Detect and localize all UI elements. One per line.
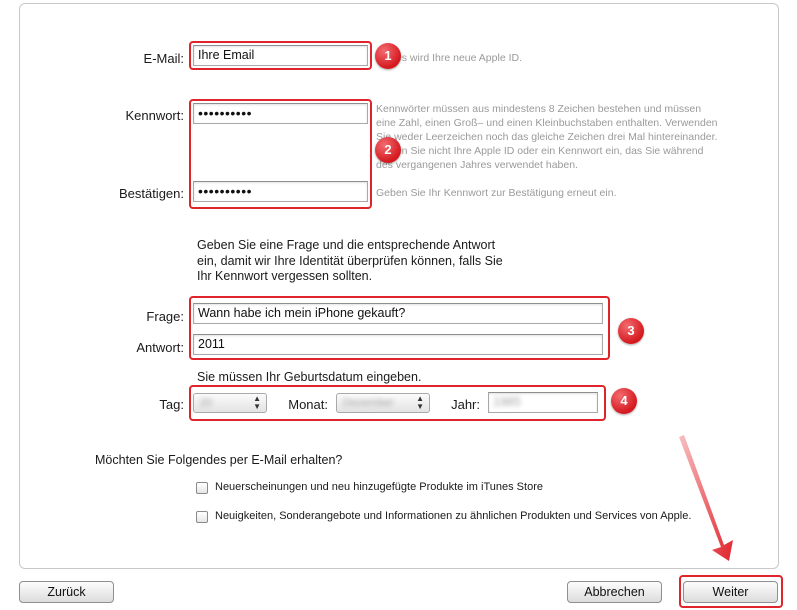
annotation-arrow-icon xyxy=(679,435,733,561)
arrow-shape xyxy=(679,435,733,561)
